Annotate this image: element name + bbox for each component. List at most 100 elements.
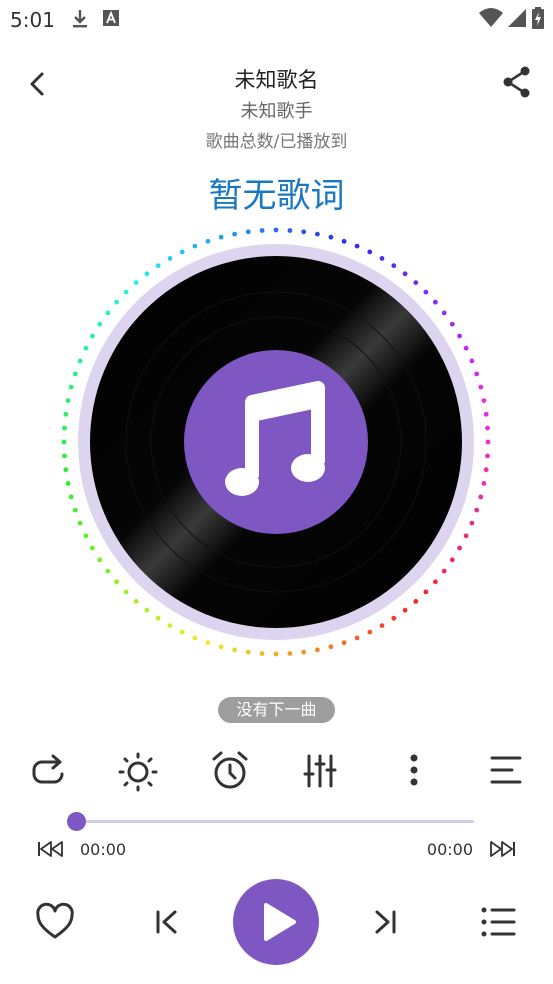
- skip-previous-icon: [156, 910, 177, 934]
- visualizer-dot: [259, 651, 265, 656]
- visualizer-dot: [63, 411, 69, 417]
- playlist-button[interactable]: [478, 904, 518, 940]
- equalizer-button[interactable]: [298, 748, 342, 792]
- visualizer-dot: [179, 249, 185, 255]
- total-time: 00:00: [426, 840, 473, 859]
- visualizer-dot: [123, 289, 129, 295]
- lyrics-text: 暂无歌词: [208, 176, 345, 216]
- visualizer-dot: [192, 635, 198, 641]
- visualizer-dot: [83, 345, 89, 351]
- visualizer-dot: [478, 384, 484, 390]
- visualizer-dot: [155, 615, 161, 621]
- visualizer-dot: [457, 545, 462, 551]
- visualizer-dot: [114, 299, 119, 305]
- brightness-button[interactable]: [116, 748, 160, 792]
- visualizer-dot: [367, 629, 373, 635]
- visualizer-dot: [90, 333, 95, 339]
- alarm-clock-icon: [212, 751, 248, 789]
- skip-next-icon: [375, 910, 396, 934]
- vinyl-disc[interactable]: [56, 222, 496, 662]
- favorite-button[interactable]: [34, 902, 76, 942]
- song-artist: 未知歌手: [240, 101, 313, 122]
- visualizer-dot: [413, 280, 419, 285]
- visualizer-dot: [457, 333, 462, 339]
- visualizer-dot: [205, 238, 211, 244]
- rewind-icon: [38, 841, 63, 857]
- play-button[interactable]: [233, 879, 319, 965]
- visualizer-dot: [478, 494, 484, 500]
- visualizer-dot: [449, 557, 455, 563]
- visualizer-dot: [68, 384, 74, 390]
- share-button[interactable]: [499, 64, 535, 100]
- visualizer-dot: [413, 599, 419, 604]
- alarm-button[interactable]: [208, 748, 252, 792]
- visualizer-dot: [218, 644, 224, 650]
- visualizer-dot: [232, 647, 238, 653]
- fast-forward-icon: [490, 841, 515, 857]
- visualizer-dot: [245, 229, 251, 235]
- visualizer-dot: [474, 371, 480, 377]
- visualizer-dot: [77, 520, 83, 526]
- heart-icon: [36, 902, 74, 939]
- play-icon: [264, 903, 296, 941]
- repeat-button[interactable]: [26, 748, 70, 792]
- visualizer-dot: [485, 425, 490, 431]
- song-count: 歌曲总数/已播放到: [205, 132, 348, 152]
- visualizer-dot: [367, 249, 373, 255]
- lyrics-align-button[interactable]: [484, 748, 528, 792]
- visualizer-dot: [83, 533, 89, 539]
- visualizer-dot: [354, 635, 360, 641]
- toast-message: 没有下一曲: [218, 697, 335, 723]
- visualizer-dot: [259, 228, 265, 233]
- action-row: [0, 748, 553, 796]
- a-badge-icon: [103, 10, 119, 26]
- progress-thumb[interactable]: [67, 812, 86, 831]
- signal-icon: [508, 9, 526, 27]
- more-button[interactable]: [392, 748, 436, 792]
- visualizer-dot: [63, 467, 69, 473]
- visualizer-dot: [179, 629, 185, 635]
- visualizer-dot: [61, 439, 67, 445]
- visualizer-dot: [273, 227, 279, 233]
- visualizer-dot: [423, 589, 429, 595]
- visualizer-dot: [301, 229, 307, 235]
- visualizer-dot: [433, 299, 438, 305]
- visualizer-dot: [205, 640, 211, 646]
- previous-button[interactable]: [150, 904, 182, 940]
- visualizer-dot: [391, 615, 397, 621]
- visualizer-dot: [97, 557, 103, 563]
- visualizer-dot: [449, 321, 455, 327]
- visualizer-dot: [474, 507, 480, 513]
- next-button[interactable]: [370, 904, 402, 940]
- visualizer-dot: [133, 280, 139, 285]
- rewind-button[interactable]: [36, 838, 64, 860]
- visualizer-dot: [105, 310, 111, 316]
- visualizer-dot: [341, 238, 347, 244]
- visualizer-dot: [287, 651, 293, 656]
- visualizer-dot: [463, 345, 469, 351]
- visualizer-dot: [167, 623, 173, 628]
- status-icons-right: [479, 6, 545, 30]
- visualizer-dot: [483, 467, 489, 473]
- fast-forward-button[interactable]: [489, 838, 517, 860]
- equalizer-icon: [303, 754, 337, 788]
- status-bar: 5:01: [0, 0, 553, 40]
- visualizer-dot: [315, 231, 320, 237]
- visualizer-dot: [391, 263, 397, 269]
- current-time: 00:00: [80, 840, 127, 859]
- playlist-icon: [481, 907, 516, 937]
- align-lines-icon: [490, 756, 522, 784]
- visualizer-dot: [328, 644, 334, 650]
- visualizer-dot: [97, 321, 103, 327]
- visualizer-dot: [114, 579, 119, 585]
- status-time: 5:01: [10, 8, 55, 32]
- visualizer-dot: [485, 439, 491, 445]
- visualizer-dot: [441, 568, 447, 574]
- visualizer-dot: [481, 398, 487, 403]
- visualizer-dot: [483, 411, 489, 417]
- progress-track[interactable]: [76, 820, 474, 823]
- visualizer-dot: [144, 607, 150, 613]
- visualizer-dot: [463, 533, 469, 539]
- visualizer-dot: [133, 599, 139, 604]
- disc-label: [184, 350, 368, 534]
